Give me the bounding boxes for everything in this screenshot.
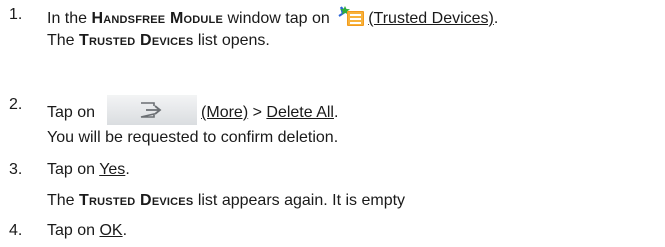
step-1-result-after: list opens. bbox=[193, 32, 270, 49]
step-2-text-before: Tap on bbox=[47, 104, 96, 121]
step-1-number: 1. bbox=[9, 6, 23, 23]
step-1-result-before: The bbox=[47, 32, 80, 49]
step-3-result-after: list appears again. It is empty bbox=[193, 192, 406, 209]
list-name-trusted-devices-2: Trusted Devices bbox=[79, 192, 194, 209]
step-3-result-before: The bbox=[47, 192, 80, 209]
step-1-text-middle: window tap on bbox=[223, 10, 335, 27]
yes-link[interactable]: Yes bbox=[99, 161, 125, 178]
more-button-icon[interactable] bbox=[107, 95, 198, 125]
ok-link[interactable]: OK bbox=[99, 222, 122, 239]
step-4-number: 4. bbox=[9, 222, 23, 239]
step-1-text-before: In the bbox=[47, 10, 92, 27]
step-2-result: You will be requested to confirm deletio… bbox=[47, 129, 339, 146]
delete-all-link[interactable]: Delete All bbox=[266, 104, 334, 121]
step-3-text-before: Tap on bbox=[47, 161, 100, 178]
instruction-document: 1. In the Handsfree Module window tap on… bbox=[0, 0, 665, 247]
step-3-instruction: Tap on Yes. bbox=[47, 160, 130, 180]
trusted-devices-link[interactable]: (Trusted Devices) bbox=[368, 10, 494, 27]
step-1-text-after: . bbox=[493, 10, 499, 27]
step-3-text-after: . bbox=[125, 161, 130, 178]
step-2-text-after: . bbox=[333, 104, 339, 121]
step-2-separator: > bbox=[248, 104, 267, 121]
step-4-text-before: Tap on bbox=[47, 222, 100, 239]
step-3-result: The Trusted Devices list appears again. … bbox=[47, 191, 405, 213]
more-link[interactable]: (More) bbox=[201, 104, 248, 121]
trusted-devices-icon bbox=[337, 5, 366, 28]
step-2-number: 2. bbox=[9, 96, 23, 113]
step-1-result: The Trusted Devices list opens. bbox=[47, 31, 270, 53]
window-name-handsfree-module: Handsfree Module bbox=[91, 10, 224, 27]
step-4-instruction: Tap on OK. bbox=[47, 221, 127, 241]
step-3-number: 3. bbox=[9, 161, 23, 178]
step-4-text-after: . bbox=[122, 222, 128, 239]
list-name-trusted-devices: Trusted Devices bbox=[79, 32, 194, 49]
step-2-instruction: Tap on (More) > Delete All. bbox=[47, 95, 338, 125]
step-1-instruction: In the Handsfree Module window tap on (T… bbox=[47, 5, 498, 29]
